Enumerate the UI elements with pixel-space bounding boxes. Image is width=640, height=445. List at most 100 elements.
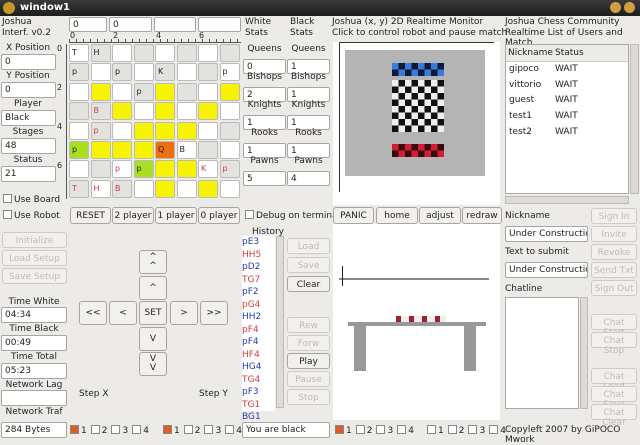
board-square[interactable] xyxy=(176,160,197,179)
board-square[interactable] xyxy=(112,121,132,140)
board-square[interactable] xyxy=(133,63,154,82)
board-square[interactable] xyxy=(155,121,175,140)
nav-left-button[interactable]: < xyxy=(109,301,137,325)
minimize-icon[interactable] xyxy=(610,2,621,13)
board-square[interactable] xyxy=(198,179,218,198)
channel-checkboxes-1[interactable]: 1 2 3 4 xyxy=(163,425,246,436)
load-button[interactable]: Load xyxy=(287,238,330,254)
board-square[interactable] xyxy=(69,102,89,121)
board-square[interactable] xyxy=(219,141,240,159)
close-icon[interactable] xyxy=(624,2,635,13)
board-square[interactable] xyxy=(219,179,240,198)
rew-button[interactable]: Rew xyxy=(287,317,330,333)
nav-right-button[interactable]: > xyxy=(170,301,198,325)
board-square[interactable] xyxy=(133,141,154,159)
time-total-input[interactable]: 05:23 xyxy=(1,363,67,379)
black-stat-input[interactable]: 4 xyxy=(287,171,330,186)
board-square[interactable] xyxy=(176,44,197,62)
board-square[interactable] xyxy=(112,102,132,121)
board-square[interactable]: p xyxy=(219,63,240,82)
nav-right2-button[interactable]: >> xyxy=(200,301,228,325)
mode-button-1[interactable]: 2 player xyxy=(112,207,154,224)
board-square[interactable] xyxy=(219,44,240,62)
user-row[interactable]: test1 WAIT xyxy=(506,109,628,125)
channel-checkboxes-3[interactable]: 1 2 3 4 xyxy=(427,425,510,436)
board-square[interactable] xyxy=(176,63,197,82)
history-move[interactable]: TG4 xyxy=(242,374,275,387)
chat-stop-button[interactable]: Chat Stop xyxy=(591,332,637,356)
board-square[interactable] xyxy=(176,82,197,101)
white-stat-input[interactable]: 5 xyxy=(243,171,286,186)
history-move[interactable]: HG4 xyxy=(242,361,275,374)
stages-input[interactable]: 48 xyxy=(1,138,56,154)
channel-checkboxes-0[interactable]: 1 2 3 4 xyxy=(70,425,153,436)
board-square[interactable] xyxy=(198,82,218,101)
history-move[interactable]: pF2 xyxy=(242,286,275,299)
top-input-3[interactable] xyxy=(154,17,196,32)
chatline-area[interactable] xyxy=(505,297,579,409)
board-square[interactable]: Q xyxy=(155,141,175,159)
board-square[interactable] xyxy=(176,179,197,198)
robot-button-adjust[interactable]: adjust xyxy=(419,207,461,224)
board-square[interactable] xyxy=(69,160,89,179)
channel-checkbox[interactable] xyxy=(335,425,344,434)
play-button[interactable]: Play xyxy=(287,353,330,369)
board-square[interactable] xyxy=(155,179,175,198)
mode-button-2[interactable]: 1 player xyxy=(155,207,197,224)
robot-button-panic[interactable]: PANIC xyxy=(333,207,374,224)
stop-button[interactable]: Stop xyxy=(287,389,330,405)
board-square[interactable]: T xyxy=(69,179,89,198)
channel-checkboxes-2[interactable]: 1 2 3 4 xyxy=(335,425,418,436)
save-button[interactable]: Save xyxy=(287,257,330,273)
top-input-1[interactable]: 0 xyxy=(69,17,107,32)
board-square[interactable]: p xyxy=(133,160,154,179)
invite-button[interactable]: Invite xyxy=(591,226,637,242)
channel-checkbox[interactable] xyxy=(225,425,235,434)
robot-button-home[interactable]: home xyxy=(376,207,418,224)
channel-checkbox[interactable] xyxy=(397,425,407,434)
board-square[interactable] xyxy=(198,141,218,159)
board-square[interactable] xyxy=(133,121,154,140)
channel-checkbox[interactable] xyxy=(355,425,365,434)
history-move[interactable]: pE3 xyxy=(242,236,275,249)
time-black-input[interactable]: 00:49 xyxy=(1,335,67,351)
monitor-top-view[interactable] xyxy=(333,42,500,205)
board-square[interactable] xyxy=(219,121,240,140)
board-square[interactable]: K xyxy=(155,63,175,82)
channel-checkbox[interactable] xyxy=(376,425,386,434)
board-square[interactable] xyxy=(155,82,175,101)
x-position-input[interactable]: 0 xyxy=(1,54,56,70)
robot-button-redraw[interactable]: redraw xyxy=(462,207,502,224)
history-move[interactable]: pF3 xyxy=(242,386,275,399)
board-square[interactable]: p xyxy=(69,141,89,159)
player-input[interactable]: Black xyxy=(1,110,56,126)
forw-button[interactable]: Forw xyxy=(287,335,330,351)
top-input-4[interactable] xyxy=(198,17,241,32)
status-input[interactable]: 21 xyxy=(1,166,56,182)
users-hscroll[interactable] xyxy=(505,196,629,204)
board-square[interactable]: K xyxy=(198,160,218,179)
channel-checkbox[interactable] xyxy=(132,425,142,434)
chat-load-button[interactable]: Chat Load xyxy=(591,368,637,392)
board-square[interactable] xyxy=(155,160,175,179)
board-square[interactable]: H xyxy=(90,179,111,198)
board-square[interactable] xyxy=(176,121,197,140)
chat-save-button[interactable]: Chat Save xyxy=(591,386,637,410)
channel-checkbox[interactable] xyxy=(489,425,499,434)
board-square[interactable] xyxy=(69,121,89,140)
nav-up2-button[interactable]: ^ ^ xyxy=(139,250,167,274)
board-square[interactable]: p xyxy=(112,63,132,82)
chess-board[interactable]: THppKppBppQBppKpTHB xyxy=(69,44,241,199)
nav-down-button[interactable]: V xyxy=(139,327,167,351)
send-button[interactable]: Send Txt xyxy=(591,262,637,278)
network-traf-input[interactable]: 284 Bytes xyxy=(1,422,67,438)
board-square[interactable] xyxy=(219,102,240,121)
board-square[interactable] xyxy=(90,82,111,101)
board-square[interactable] xyxy=(198,102,218,121)
top-input-2[interactable]: 0 xyxy=(109,17,152,32)
history-move[interactable]: HH5 xyxy=(242,249,275,262)
board-square[interactable]: p xyxy=(133,82,154,101)
board-square[interactable] xyxy=(90,160,111,179)
channel-checkbox[interactable] xyxy=(90,425,100,434)
board-square[interactable] xyxy=(90,141,111,159)
